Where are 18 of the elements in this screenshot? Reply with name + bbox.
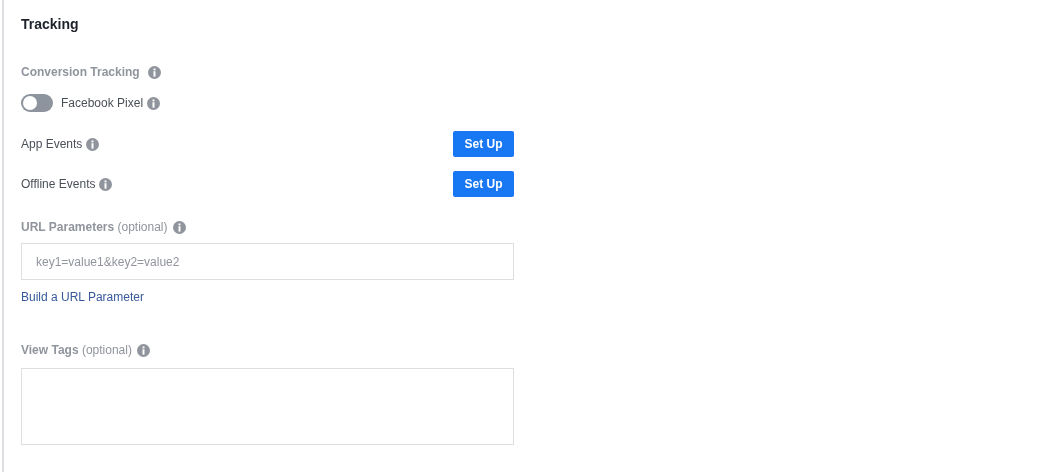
toggle-label: Facebook Pixel [61,96,144,110]
field-label: View Tags (optional) [21,343,132,357]
info-icon [136,343,150,357]
info-icon [86,137,100,151]
build-url-link[interactable]: Build a URL Parameter [21,290,144,304]
set-up-button[interactable]: Set Up [453,171,514,197]
info-icon [99,177,113,191]
section-title: Tracking [21,16,80,34]
event-label: Offline Events [21,177,96,191]
info-icon [147,96,161,110]
field-label: URL Parameters (optional) [21,220,168,234]
set-up-button[interactable]: Set Up [453,131,514,157]
info-icon [147,65,161,79]
section-heading: Conversion Tracking [21,65,140,79]
input-field[interactable]: key1=value1&key2=value2 [21,243,514,280]
info-icon [172,220,186,234]
toggle-switch[interactable] [21,94,53,112]
event-label: App Events [21,137,83,151]
